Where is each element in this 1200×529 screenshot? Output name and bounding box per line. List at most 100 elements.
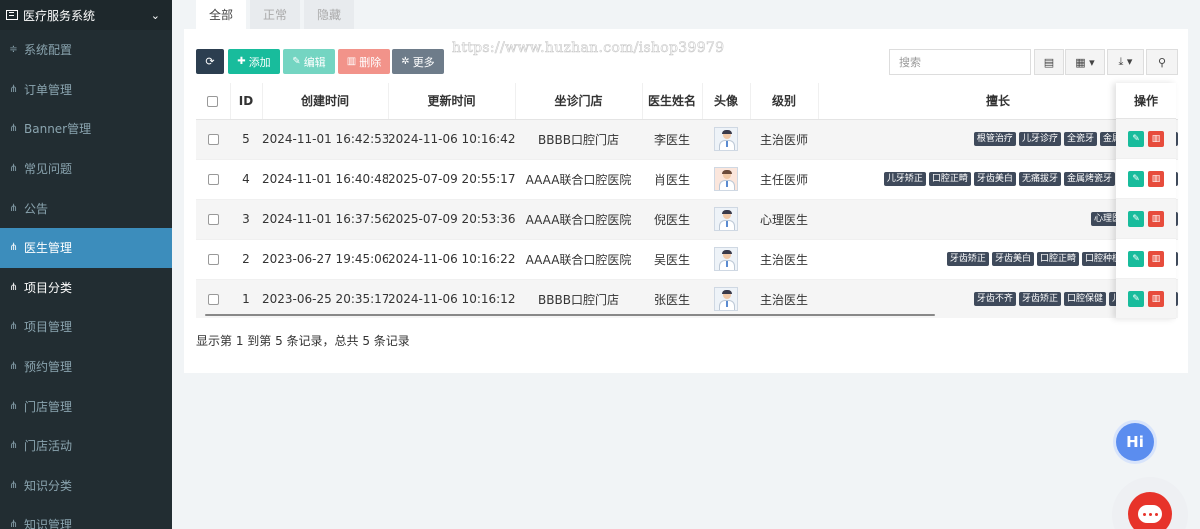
col-updated[interactable]: 更新时间 <box>388 83 516 120</box>
row-select-cell[interactable] <box>196 279 230 318</box>
row-delete-button[interactable]: ▥ <box>1148 170 1164 187</box>
row-select-cell[interactable] <box>196 159 230 200</box>
row-edit-button[interactable]: ✎ <box>1128 250 1144 267</box>
sitemap-icon: ⋔ <box>9 321 18 333</box>
gear-icon: ✲ <box>401 56 410 67</box>
row-checkbox[interactable] <box>207 214 219 225</box>
table-row[interactable]: 1 2023-06-25 20:35:17 2024-11-06 10:16:12 B… <box>196 279 1178 318</box>
sidebar-item[interactable]: ⋔ 项目管理 <box>0 307 172 347</box>
row-delete-button[interactable]: ▥ <box>1148 210 1164 227</box>
sidebar-header[interactable]: 医疗服务系统 ⌄ <box>0 0 172 30</box>
doctor-avatar[interactable] <box>714 207 738 231</box>
doctor-avatar[interactable] <box>714 287 738 311</box>
skill-tag: 口腔保健 <box>1063 292 1106 307</box>
skill-tag: 牙齿美白 <box>991 252 1034 267</box>
table-row[interactable]: 5 2024-11-01 16:42:53 2024-11-06 10:16:42 B… <box>196 119 1178 160</box>
cell-id: 4 <box>230 159 262 200</box>
row-edit-button[interactable]: ✎ <box>1128 210 1144 227</box>
row-select-cell[interactable] <box>196 199 230 240</box>
table-row[interactable]: 4 2024-11-01 16:40:48 2025-07-09 20:55:17 A… <box>196 159 1178 200</box>
row-edit-button[interactable]: ✎ <box>1128 170 1144 187</box>
doctor-avatar[interactable] <box>714 167 738 191</box>
row-select-cell[interactable] <box>196 239 230 280</box>
table-row[interactable]: 2 2023-06-27 19:45:06 2024-11-06 10:16:22 A… <box>196 239 1178 280</box>
sitemap-icon: ⋔ <box>9 281 18 293</box>
col-avatar[interactable]: 头像 <box>702 83 751 120</box>
sliders-icon: ≑ <box>9 44 18 56</box>
table-row[interactable]: 3 2024-11-01 16:37:56 2025-07-09 20:53:36 A… <box>196 199 1178 240</box>
sidebar-item-label: 知识分类 <box>24 478 73 493</box>
chevron-down-icon[interactable]: ⌄ <box>151 9 160 22</box>
select-all-checkbox[interactable] <box>207 95 219 107</box>
tab-hidden[interactable]: 隐藏 <box>304 0 355 29</box>
sidebar-item[interactable]: ⋔ Banner管理 <box>0 109 172 149</box>
operation-cell: ✎ ▥ <box>1116 199 1176 239</box>
cell-store: AAAA联合口腔医院 <box>515 199 642 240</box>
sidebar-item[interactable]: ⋔ 知识分类 <box>0 466 172 506</box>
delete-label: 删除 <box>359 55 382 69</box>
delete-button[interactable]: ▥ 删除 <box>338 49 390 74</box>
sidebar-item[interactable]: ⋔ 订单管理 <box>0 70 172 110</box>
col-level[interactable]: 级别 <box>750 83 819 120</box>
doctor-avatar[interactable] <box>714 247 738 271</box>
cell-updated: 2024-11-06 10:16:12 <box>388 279 515 318</box>
card-view-icon: ▤ <box>1043 55 1055 69</box>
row-edit-button[interactable]: ✎ <box>1128 130 1144 147</box>
sidebar-item-label: 系统配置 <box>24 43 73 58</box>
advanced-search-button[interactable]: ⚲ <box>1146 49 1178 75</box>
tab-normal[interactable]: 正常 <box>250 0 301 29</box>
row-delete-button[interactable]: ▥ <box>1148 290 1164 307</box>
col-id[interactable]: ID <box>230 83 263 120</box>
row-delete-button[interactable]: ▥ <box>1148 130 1164 147</box>
add-button[interactable]: ✚ 添加 <box>228 49 280 74</box>
row-delete-button[interactable]: ▥ <box>1148 250 1164 267</box>
sitemap-icon: ⋔ <box>9 440 18 452</box>
columns-button[interactable]: ▦ ▾ <box>1065 49 1105 75</box>
col-store[interactable]: 坐诊门店 <box>515 83 643 120</box>
chat-widget-button[interactable] <box>1112 477 1188 529</box>
sidebar-item[interactable]: ⋔ 知识管理 <box>0 505 172 529</box>
skill-tag: 全瓷牙 <box>1063 132 1097 147</box>
col-name[interactable]: 医生姓名 <box>642 83 703 120</box>
tab-all[interactable]: 全部 <box>196 0 247 29</box>
doctor-avatar[interactable] <box>714 127 738 151</box>
col-created[interactable]: 创建时间 <box>262 83 389 120</box>
row-edit-button[interactable]: ✎ <box>1128 290 1144 307</box>
sidebar-item[interactable]: ⋔ 公告 <box>0 188 172 228</box>
row-checkbox[interactable] <box>207 254 219 265</box>
sidebar-item[interactable]: ⋔ 门店活动 <box>0 426 172 466</box>
sidebar-item[interactable]: ⋔ 门店管理 <box>0 386 172 426</box>
operation-cell: ✎ ▥ <box>1116 279 1176 319</box>
cell-name: 吴医生 <box>642 239 702 280</box>
pencil-icon: ✎ <box>292 56 301 67</box>
sidebar-item[interactable]: ⋔ 常见问题 <box>0 149 172 189</box>
sidebar-item[interactable]: ⋔ 项目分类 <box>0 268 172 308</box>
skill-tag: 根管治疗 <box>973 132 1016 147</box>
sitemap-icon: ⋔ <box>9 361 18 373</box>
skill-tag: 口腔正畸 <box>1036 252 1079 267</box>
add-label: 添加 <box>248 55 271 69</box>
cell-store: AAAA联合口腔医院 <box>515 159 642 200</box>
sidebar-item[interactable]: ⋔ 预约管理 <box>0 347 172 387</box>
edit-button[interactable]: ✎ 编辑 <box>283 49 335 74</box>
cell-avatar <box>702 199 750 240</box>
skill-tag: 无痛拔牙 <box>1018 172 1061 187</box>
row-select-cell[interactable] <box>196 119 230 160</box>
refresh-button[interactable]: ⟳ <box>196 49 224 74</box>
row-checkbox[interactable] <box>207 174 219 185</box>
columns-icon: ▦ ▾ <box>1075 55 1095 69</box>
search-input[interactable]: 搜索 <box>889 49 1031 75</box>
horizontal-scrollbar[interactable] <box>205 314 935 316</box>
sidebar-item[interactable]: ⋔ 医生管理 <box>0 227 172 268</box>
row-checkbox[interactable] <box>207 294 219 305</box>
select-all-cell[interactable] <box>196 83 231 120</box>
export-button[interactable]: ⤓ ▾ <box>1107 49 1144 75</box>
more-button[interactable]: ✲ 更多 <box>392 49 444 74</box>
hi-chat-button[interactable]: Hi <box>1116 423 1154 461</box>
skill-tag: 儿牙矫正 <box>883 172 926 187</box>
row-checkbox[interactable] <box>207 134 219 145</box>
sidebar-item[interactable]: ≑ 系统配置 <box>0 30 172 70</box>
cell-avatar <box>702 279 750 318</box>
card-view-button[interactable]: ▤ <box>1034 49 1064 75</box>
sitemap-icon: ⋔ <box>9 479 18 491</box>
